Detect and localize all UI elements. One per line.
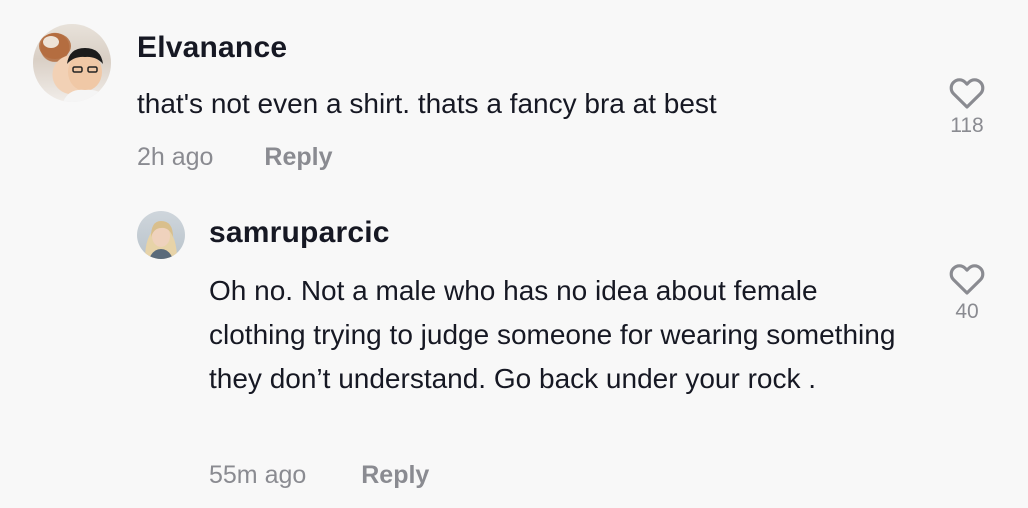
comment-username[interactable]: Elvanance xyxy=(137,31,287,65)
heart-outline-icon xyxy=(949,78,985,109)
reply-button[interactable]: Reply xyxy=(361,461,429,489)
reply-meta: 55m ago Reply xyxy=(209,461,429,490)
comment-meta: 2h ago Reply xyxy=(137,143,333,172)
reply-text: Oh no. Not a male who has no idea about … xyxy=(209,275,896,394)
reply-time: 55m ago xyxy=(209,461,307,489)
avatar[interactable] xyxy=(33,24,111,102)
avatar-image xyxy=(145,221,177,259)
like-count: 40 xyxy=(955,300,979,323)
reply-username[interactable]: samruparcic xyxy=(209,216,390,250)
like-button[interactable]: 40 xyxy=(937,260,997,324)
avatar-image xyxy=(39,33,109,102)
avatar[interactable] xyxy=(137,211,185,259)
comment-text: that's not even a shirt. thats a fancy b… xyxy=(137,88,717,119)
comment-time: 2h ago xyxy=(137,143,214,171)
like-button[interactable]: 118 xyxy=(937,74,997,138)
reply-button[interactable]: Reply xyxy=(264,143,332,171)
heart-outline-icon xyxy=(949,264,985,295)
like-count: 118 xyxy=(950,114,984,137)
